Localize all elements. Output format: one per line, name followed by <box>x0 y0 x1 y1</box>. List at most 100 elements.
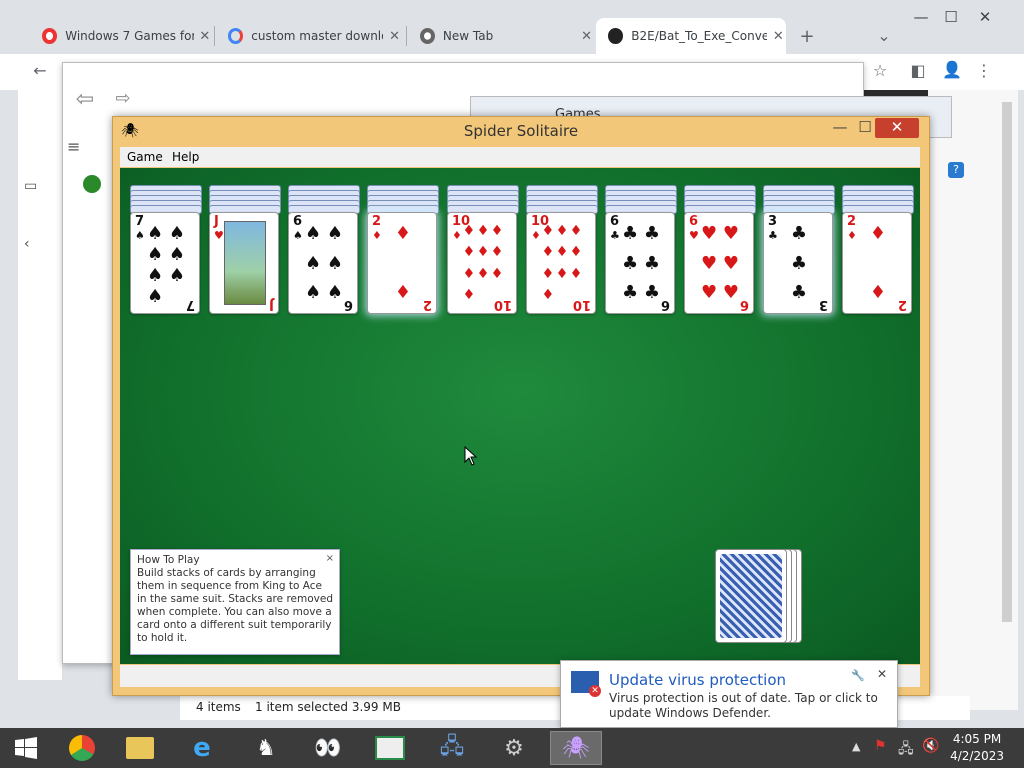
windows-start-button[interactable] <box>0 731 52 765</box>
tip-close-icon[interactable]: × <box>326 552 334 565</box>
browser-tabstrip: Windows 7 Games for W ✕ custom master do… <box>0 0 1024 54</box>
maximize-button[interactable]: ☐ <box>936 8 966 26</box>
face-up-card[interactable]: J ♥ J <box>209 212 279 314</box>
face-up-card[interactable]: 2 ♦ 2 ♦ ♦ <box>842 212 912 314</box>
new-tab-button[interactable]: + <box>795 26 819 47</box>
error-icon: ✕ <box>589 685 601 697</box>
file-explorer-icon <box>126 737 154 759</box>
tip-title: How To Play <box>137 554 200 566</box>
taskbar-news-app[interactable] <box>364 731 416 765</box>
card-pips: ♣ ♣ ♣ ♣ ♣ ♣ <box>622 223 660 303</box>
tab-title: B2E/Bat_To_Exe_Conver <box>631 29 767 43</box>
taskbar-spider-solitaire[interactable]: 🕷 <box>550 731 602 765</box>
tab-custom-master[interactable]: custom master downloa ✕ <box>216 18 402 54</box>
profile-avatar-icon[interactable]: 👤 <box>940 60 964 79</box>
tip-body: Build stacks of cards by arranging them … <box>137 567 333 644</box>
face-up-card[interactable]: 10 ♦ 10 ♦ ♦ ♦ ♦ ♦ ♦ ♦ ♦ ♦ ♦ <box>447 212 517 314</box>
back-button[interactable]: ← <box>28 61 52 80</box>
bookmark-star-icon[interactable]: ☆ <box>868 61 892 80</box>
browser-menu-icon[interactable]: ⋮ <box>972 61 996 80</box>
card-rank: 6 ♥ <box>689 214 699 243</box>
defender-notification[interactable]: ✕ Update virus protection Virus protecti… <box>560 660 898 728</box>
face-up-card[interactable]: 2 ♦ 2 ♦ ♦ <box>367 212 437 314</box>
help-icon[interactable]: ? <box>948 162 964 178</box>
left-chevron-icon[interactable]: ‹ <box>24 236 30 252</box>
tray-defender-flag-icon[interactable]: ⚑ <box>874 738 887 754</box>
card-pips: ♦ ♦ <box>869 223 887 303</box>
hamburger-menu-icon[interactable]: ≡ <box>67 137 80 156</box>
mouse-cursor-icon <box>464 446 478 466</box>
clock-date: 4/2/2023 <box>950 749 1004 763</box>
tab-title: New Tab <box>442 29 494 43</box>
face-up-card[interactable]: 3 ♣ 3 ♣ ♣ ♣ <box>763 212 833 314</box>
face-up-card[interactable]: 10 ♦ 10 ♦ ♦ ♦ ♦ ♦ ♦ ♦ ♦ ♦ ♦ <box>526 212 596 314</box>
taskbar-eyes-app[interactable]: 👀 <box>302 731 354 765</box>
taskbar-chess[interactable]: ♞ <box>240 731 292 765</box>
spider-menubar: Game Help <box>120 147 920 167</box>
card-rank: 6 ♣ <box>610 214 620 243</box>
minimize-button[interactable]: — <box>906 8 936 26</box>
clock-time: 4:05 PM <box>952 732 1002 746</box>
face-up-card[interactable]: 6 ♥ 6 ♥ ♥ ♥ ♥ ♥ ♥ <box>684 212 754 314</box>
taskbar-network-tool[interactable]: 🖧 <box>426 731 478 765</box>
side-panel-icon[interactable]: ◧ <box>906 61 930 80</box>
tab-search-chevron-icon[interactable]: ⌄ <box>872 26 896 45</box>
close-window-button[interactable]: ✕ <box>970 8 1000 26</box>
tab-close-icon[interactable]: ✕ <box>579 29 594 44</box>
ie-forward-icon[interactable]: ⇨ <box>111 88 135 109</box>
eyes-icon: 👀 <box>314 735 342 761</box>
card-pips: ♦ ♦ <box>394 223 412 303</box>
tab-new-tab[interactable]: New Tab ✕ <box>408 18 594 54</box>
card-rank-inverted: 2 <box>422 297 432 312</box>
internet-explorer-icon: e <box>193 733 211 763</box>
card-rank-inverted: 3 <box>818 297 828 312</box>
card-rank: 2 ♦ <box>372 214 382 243</box>
jack-face-picture <box>224 221 266 305</box>
taskbar-chrome[interactable] <box>56 731 108 765</box>
deck-back-card[interactable] <box>715 549 787 643</box>
spider-close-button[interactable]: ✕ <box>875 118 919 138</box>
pin-icon[interactable]: 🔧 <box>851 669 865 682</box>
card-rank: 3 ♣ <box>768 214 778 243</box>
notification-body: Virus protection is out of date. Tap or … <box>609 691 878 720</box>
tab-bat-to-exe[interactable]: B2E/Bat_To_Exe_Conver ✕ <box>596 18 786 54</box>
tab-close-icon[interactable]: ✕ <box>387 29 402 44</box>
taskbar-internet-explorer[interactable]: e <box>176 731 228 765</box>
card-pips: ♠ ♠ ♠ ♠ ♠ ♠ ♠ <box>147 223 185 307</box>
tab-close-icon[interactable]: ✕ <box>771 29 786 44</box>
taskbar-settings[interactable]: ⚙ <box>488 731 540 765</box>
tab-close-icon[interactable]: ✕ <box>198 29 212 44</box>
tab-title: Windows 7 Games for W <box>65 29 193 43</box>
card-rank: 2 ♦ <box>847 214 857 243</box>
xbox-icon <box>83 175 101 193</box>
taskbar-file-explorer[interactable] <box>114 731 166 765</box>
windows-flag-icon <box>42 28 58 44</box>
github-icon <box>608 28 624 44</box>
news-app-icon <box>375 736 405 760</box>
face-up-card[interactable]: 7 ♠ 7 ♠ ♠ ♠ ♠ ♠ ♠ ♠ <box>130 212 200 314</box>
how-to-play-tip: × How To Play Build stacks of cards by a… <box>130 549 340 655</box>
page-scrollbar[interactable] <box>1002 102 1012 622</box>
menu-help[interactable]: Help <box>172 150 199 164</box>
page-left-column: ▭ ‹ <box>18 90 63 680</box>
notification-close-button[interactable]: ✕ <box>877 667 887 681</box>
tray-volume-muted-icon[interactable]: 🔇 <box>922 738 939 754</box>
menu-game[interactable]: Game <box>127 150 163 164</box>
face-up-card[interactable]: 6 ♠ 6 ♠ ♠ ♠ ♠ ♠ ♠ <box>288 212 358 314</box>
card-rank-inverted: 7 <box>185 297 195 312</box>
tray-network-icon[interactable]: 🖧 <box>898 738 914 762</box>
card-rank-inverted: J <box>269 297 274 312</box>
face-up-card[interactable]: 6 ♣ 6 ♣ ♣ ♣ ♣ ♣ ♣ <box>605 212 675 314</box>
notification-title: Update virus protection <box>609 671 787 689</box>
taskbar: e ♞ 👀 🖧 ⚙ 🕷 ▲ ⚑ 🖧 🔇 4:05 PM 4/2/2023 <box>0 728 1024 768</box>
game-table[interactable]: 7 ♠ 7 ♠ ♠ ♠ ♠ ♠ ♠ ♠ J ♥ J 6 ♠ 6 ♠ ♠ ♠ ♠ ♠ ♠ 2 ♦ 2 ♦ ♦ 10 ♦ 10 ♦ ♦ ♦ ♦ ♦ ♦ ♦ ♦… <box>120 168 920 664</box>
card-rank-inverted: 6 <box>660 297 670 312</box>
item-count: 4 items <box>196 700 241 714</box>
page-right-column: ? <box>928 90 1018 710</box>
tab-windows-7-games[interactable]: Windows 7 Games for W ✕ <box>30 18 212 54</box>
ie-back-icon[interactable]: ⇦ <box>73 87 97 112</box>
selection-info: 1 item selected 3.99 MB <box>255 700 401 714</box>
system-clock[interactable]: 4:05 PM 4/2/2023 <box>950 731 1004 765</box>
tray-chevron-up-icon[interactable]: ▲ <box>852 740 860 753</box>
card-pips: ♦ ♦ ♦ ♦ ♦ ♦ ♦ ♦ ♦ ♦ <box>462 223 504 303</box>
